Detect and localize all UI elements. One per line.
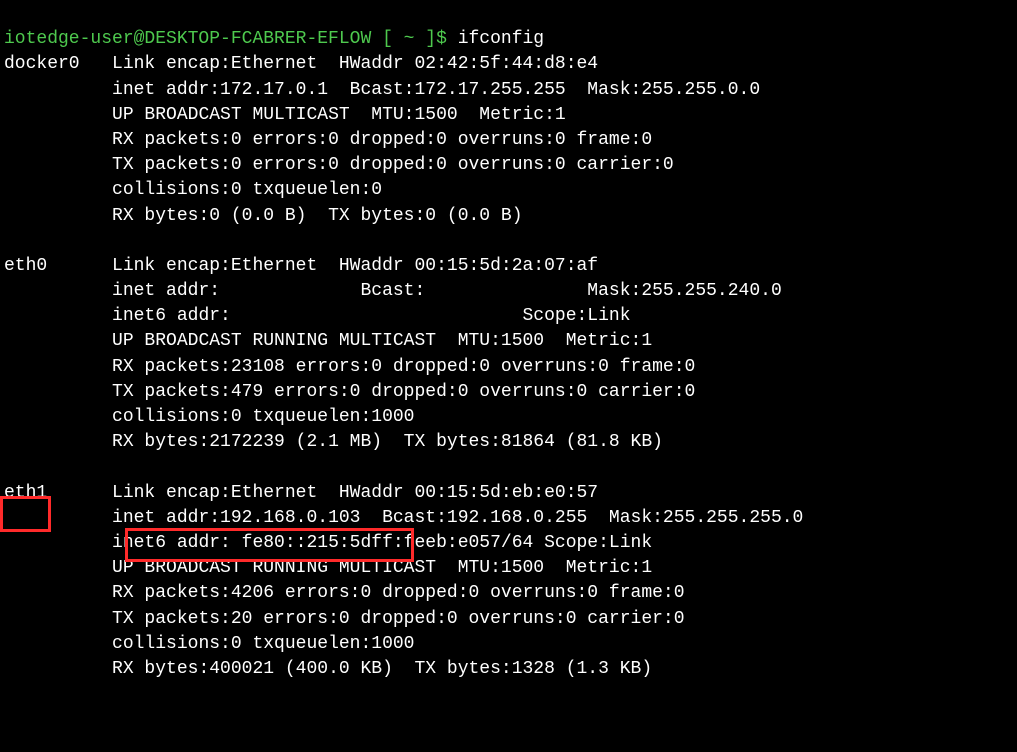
eth1-line6: TX packets:20 errors:0 dropped:0 overrun… xyxy=(112,609,685,629)
docker0-line3: UP BROADCAST MULTICAST MTU:1500 Metric:1 xyxy=(112,105,566,125)
eth0-line3: inet6 addr: Scope:Link xyxy=(112,306,630,326)
prompt-user-host: iotedge-user@DESKTOP-FCABRER-EFLOW xyxy=(4,29,371,49)
eth0-line4: UP BROADCAST RUNNING MULTICAST MTU:1500 … xyxy=(112,331,652,351)
eth0-line5: RX packets:23108 errors:0 dropped:0 over… xyxy=(112,357,695,377)
iface-eth0-name: eth0 xyxy=(4,256,47,276)
eth0-line6: TX packets:479 errors:0 dropped:0 overru… xyxy=(112,382,695,402)
eth0-line8: RX bytes:2172239 (2.1 MB) TX bytes:81864… xyxy=(112,432,663,452)
eth1-line4: UP BROADCAST RUNNING MULTICAST MTU:1500 … xyxy=(112,558,652,578)
docker0-line7: RX bytes:0 (0.0 B) TX bytes:0 (0.0 B) xyxy=(112,206,522,226)
eth0-line7: collisions:0 txqueuelen:1000 xyxy=(112,407,414,427)
docker0-line6: collisions:0 txqueuelen:0 xyxy=(112,180,382,200)
docker0-line5: TX packets:0 errors:0 dropped:0 overruns… xyxy=(112,155,674,175)
iface-eth1-name: eth1 xyxy=(4,483,47,503)
eth1-line7: collisions:0 txqueuelen:1000 xyxy=(112,634,414,654)
terminal-output[interactable]: iotedge-user@DESKTOP-FCABRER-EFLOW [ ~ ]… xyxy=(0,0,1017,684)
prompt-command: ifconfig xyxy=(458,29,544,49)
docker0-line4: RX packets:0 errors:0 dropped:0 overruns… xyxy=(112,130,652,150)
eth1-line8: RX bytes:400021 (400.0 KB) TX bytes:1328… xyxy=(112,659,652,679)
docker0-line2: inet addr:172.17.0.1 Bcast:172.17.255.25… xyxy=(112,80,760,100)
eth1-line1: Link encap:Ethernet HWaddr 00:15:5d:eb:e… xyxy=(112,483,598,503)
eth1-line5: RX packets:4206 errors:0 dropped:0 overr… xyxy=(112,583,685,603)
eth0-line1: Link encap:Ethernet HWaddr 00:15:5d:2a:0… xyxy=(112,256,598,276)
prompt-path: [ ~ ]$ xyxy=(371,29,457,49)
iface-docker0-name: docker0 xyxy=(4,54,80,74)
eth1-line3: inet6 addr: fe80::215:5dff:feeb:e057/64 … xyxy=(112,533,652,553)
eth0-line2: inet addr: Bcast: Mask:255.255.240.0 xyxy=(112,281,782,301)
docker0-line1: Link encap:Ethernet HWaddr 02:42:5f:44:d… xyxy=(112,54,598,74)
eth1-line2: inet addr:192.168.0.103 Bcast:192.168.0.… xyxy=(112,508,803,528)
